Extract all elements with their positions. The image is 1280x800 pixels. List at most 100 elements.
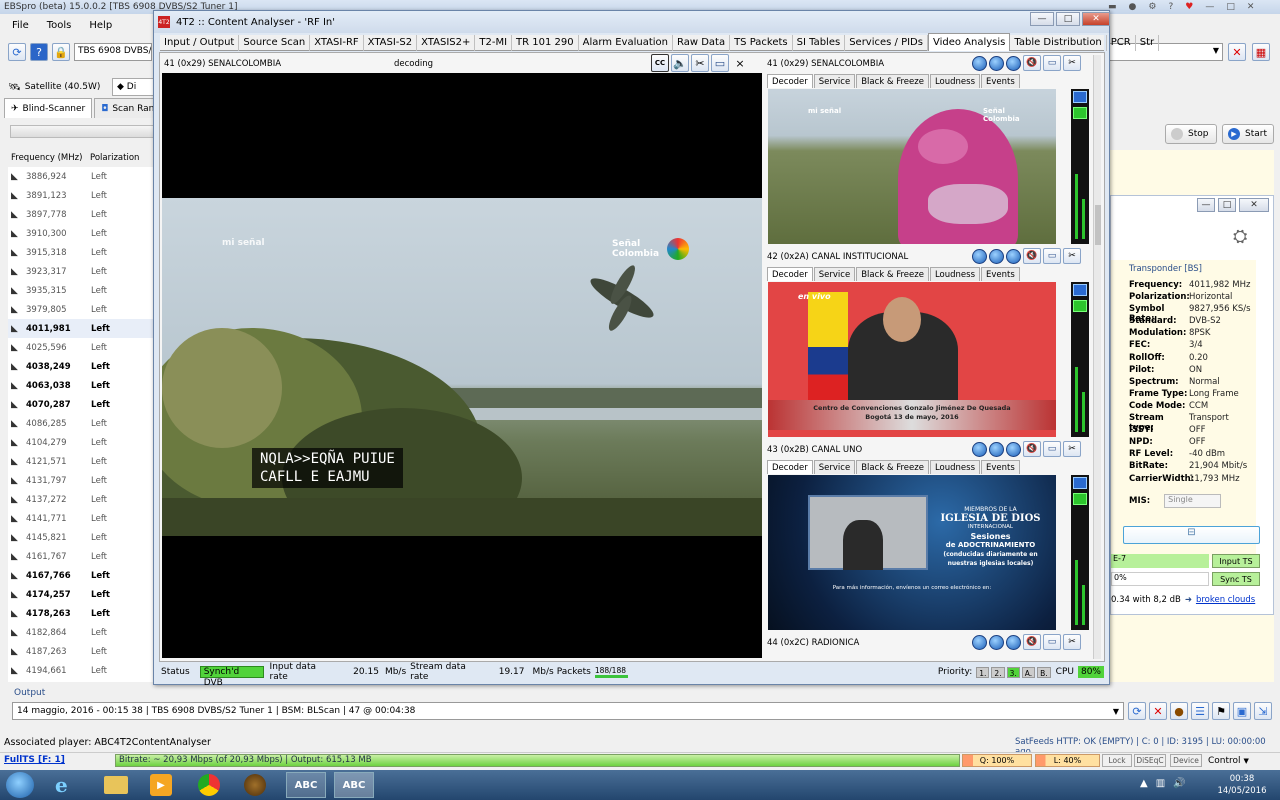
restore-icon[interactable]: □	[1056, 12, 1080, 26]
control-menu[interactable]: Control ▼	[1208, 754, 1268, 767]
player-icon[interactable]: ●	[1170, 702, 1188, 720]
table-row[interactable]: ◣ 3897,778 Left	[8, 205, 158, 224]
tools-icon[interactable]: ✂	[1063, 441, 1081, 457]
table-row[interactable]: ◣ 4137,272 Left	[8, 490, 158, 509]
subtab-events[interactable]: Events	[981, 267, 1020, 281]
monitor-icon[interactable]: ▭	[711, 54, 729, 72]
table-row[interactable]: ◣ 4063,038 Left	[8, 376, 158, 395]
tab-raw-data[interactable]: Raw Data	[673, 34, 731, 51]
flag-icon[interactable]: ⚑	[1212, 702, 1230, 720]
subtab-loudness[interactable]: Loudness	[929, 74, 981, 88]
monitor-icon[interactable]: ▭	[1043, 634, 1061, 650]
lock-icon[interactable]: 🔒	[52, 43, 70, 61]
table-row[interactable]: ◣ 4011,981 Left	[8, 319, 158, 338]
heart-icon[interactable]: ♥	[1185, 2, 1193, 12]
mute-icon[interactable]: 🔇	[1023, 55, 1041, 71]
start-orb-icon[interactable]	[6, 772, 34, 798]
help-icon[interactable]: ?	[30, 43, 48, 61]
table-row[interactable]: ◣ 4167,766 Left	[8, 566, 158, 585]
table-row[interactable]: ◣ 3979,805 Left	[8, 300, 158, 319]
subtab-black-freeze[interactable]: Black & Freeze	[856, 460, 929, 474]
tab-alarm-evaluation[interactable]: Alarm Evaluation	[579, 34, 673, 51]
tab-tr-101-290[interactable]: TR 101 290	[512, 34, 579, 51]
tab-xtasis2-[interactable]: XTASIS2+	[417, 34, 476, 51]
table-row[interactable]: ◣ 4070,287 Left	[8, 395, 158, 414]
subtab-service[interactable]: Service	[813, 267, 856, 281]
table-row[interactable]: ◣ 4178,263 Left	[8, 604, 158, 623]
start-button[interactable]: ▶ Start	[1222, 124, 1274, 144]
table-row[interactable]: ◣ 4025,596 Left	[8, 338, 158, 357]
service-video[interactable]: mi señal Señal Colombia	[768, 89, 1056, 244]
minimize-icon[interactable]: —	[1197, 198, 1215, 212]
table-row[interactable]: ◣ 3886,924 Left	[8, 167, 158, 186]
transponder-action-button[interactable]: ⊟	[1123, 526, 1260, 544]
monitor-icon[interactable]: ▭	[1043, 55, 1061, 71]
subtab-black-freeze[interactable]: Black & Freeze	[856, 74, 929, 88]
cc-icon[interactable]: CC	[651, 54, 669, 72]
restore-icon[interactable]: □	[1218, 198, 1236, 212]
priority-5[interactable]: B.	[1037, 666, 1051, 678]
play-icon[interactable]	[1006, 441, 1021, 457]
subtab-loudness[interactable]: Loudness	[929, 267, 981, 281]
subtab-events[interactable]: Events	[981, 460, 1020, 474]
table-row[interactable]: ◣ 3891,123 Left	[8, 186, 158, 205]
close-video-icon[interactable]: ×	[731, 54, 749, 72]
tools-icon[interactable]: ✂	[1063, 55, 1081, 71]
tab-video-analysis[interactable]: Video Analysis	[927, 32, 1011, 51]
service-video[interactable]: MIEMBROS DE LA IGLESIA DE DIOS INTERNACION…	[768, 475, 1056, 630]
tuner-select[interactable]: TBS 6908 DVBS/S	[74, 43, 152, 61]
minimize-icon[interactable]: —	[1205, 2, 1214, 12]
scroll-thumb[interactable]	[1095, 205, 1101, 245]
question-icon[interactable]: ?	[1168, 2, 1173, 12]
chrome-icon[interactable]	[198, 774, 220, 796]
restore-icon[interactable]: □	[1226, 2, 1235, 12]
tab-blind-scanner[interactable]: ✈ Blind-Scanner	[4, 98, 93, 118]
stop-icon[interactable]	[989, 634, 1004, 650]
subtab-black-freeze[interactable]: Black & Freeze	[856, 267, 929, 281]
refresh-icon[interactable]: ⟳	[8, 43, 26, 61]
subtab-events[interactable]: Events	[981, 74, 1020, 88]
menu-tools[interactable]: Tools	[47, 20, 72, 31]
priority-3[interactable]: 3.	[1006, 666, 1020, 678]
tab-services-pids[interactable]: Services / PIDs	[845, 34, 928, 51]
table-row[interactable]: ◣ 3915,318 Left	[8, 243, 158, 262]
main-video[interactable]: mi señal Señal Colombia NQLA>>EQÑA PUIUE…	[162, 73, 762, 658]
output-select[interactable]: 14 maggio, 2016 - 00:15 38 | TBS 6908 DV…	[12, 702, 1124, 720]
menu-help[interactable]: Help	[89, 20, 112, 31]
mis-select[interactable]: Single	[1164, 493, 1222, 508]
cancel-icon[interactable]: ✕	[1228, 43, 1246, 61]
sync-ts-button[interactable]: Sync TS	[1212, 572, 1260, 586]
table-row[interactable]: ◣ 4145,821 Left	[8, 528, 158, 547]
table-row[interactable]: ◣ 4161,767 Left	[8, 547, 158, 566]
export-icon[interactable]: ⇲	[1254, 702, 1272, 720]
ebspro-taskbar-icon[interactable]	[244, 774, 266, 796]
grid-icon[interactable]: ▦	[1252, 43, 1270, 61]
fullts-link[interactable]: FullTS [F: 1]	[4, 755, 65, 765]
play-icon[interactable]	[1006, 55, 1021, 71]
priority-1[interactable]: 1.	[976, 666, 990, 678]
subtab-decoder[interactable]: Decoder	[767, 74, 813, 88]
input-ts-button[interactable]: Input TS	[1212, 554, 1260, 568]
tab-t2-mi[interactable]: T2-MI	[475, 34, 513, 51]
priority-2[interactable]: 2.	[991, 666, 1005, 678]
close-icon[interactable]: ✕	[1247, 2, 1255, 12]
tools-icon[interactable]: ✂	[1063, 634, 1081, 650]
table-row[interactable]: ◣ 4131,797 Left	[8, 471, 158, 490]
tab-source-scan[interactable]: Source Scan	[239, 34, 311, 51]
clock[interactable]: 00:38 14/05/2016	[1212, 773, 1272, 797]
weather-link[interactable]: broken clouds	[1196, 595, 1255, 605]
services-scrollbar[interactable]	[1093, 55, 1101, 659]
mute-icon[interactable]: 🔇	[1023, 634, 1041, 650]
tab-xtasi-s2[interactable]: XTASI-S2	[364, 34, 418, 51]
subtab-decoder[interactable]: Decoder	[767, 460, 813, 474]
tab-str[interactable]: Str	[1136, 34, 1160, 51]
table-row[interactable]: ◣ 4194,661 Left	[8, 661, 158, 680]
mute-icon[interactable]: 🔇	[1023, 441, 1041, 457]
ie-icon[interactable]: e	[55, 773, 81, 797]
col-polarization[interactable]: Polarization	[90, 153, 139, 163]
service-video[interactable]: en vivo Centro de Convenciones Gonzalo Ji…	[768, 282, 1056, 437]
minimize-icon[interactable]: —	[1030, 12, 1054, 26]
table-row[interactable]: ◣ 4086,285 Left	[8, 414, 158, 433]
user-icon[interactable]: ●	[1129, 2, 1137, 12]
volume-icon[interactable]: 🔊	[1173, 778, 1185, 789]
